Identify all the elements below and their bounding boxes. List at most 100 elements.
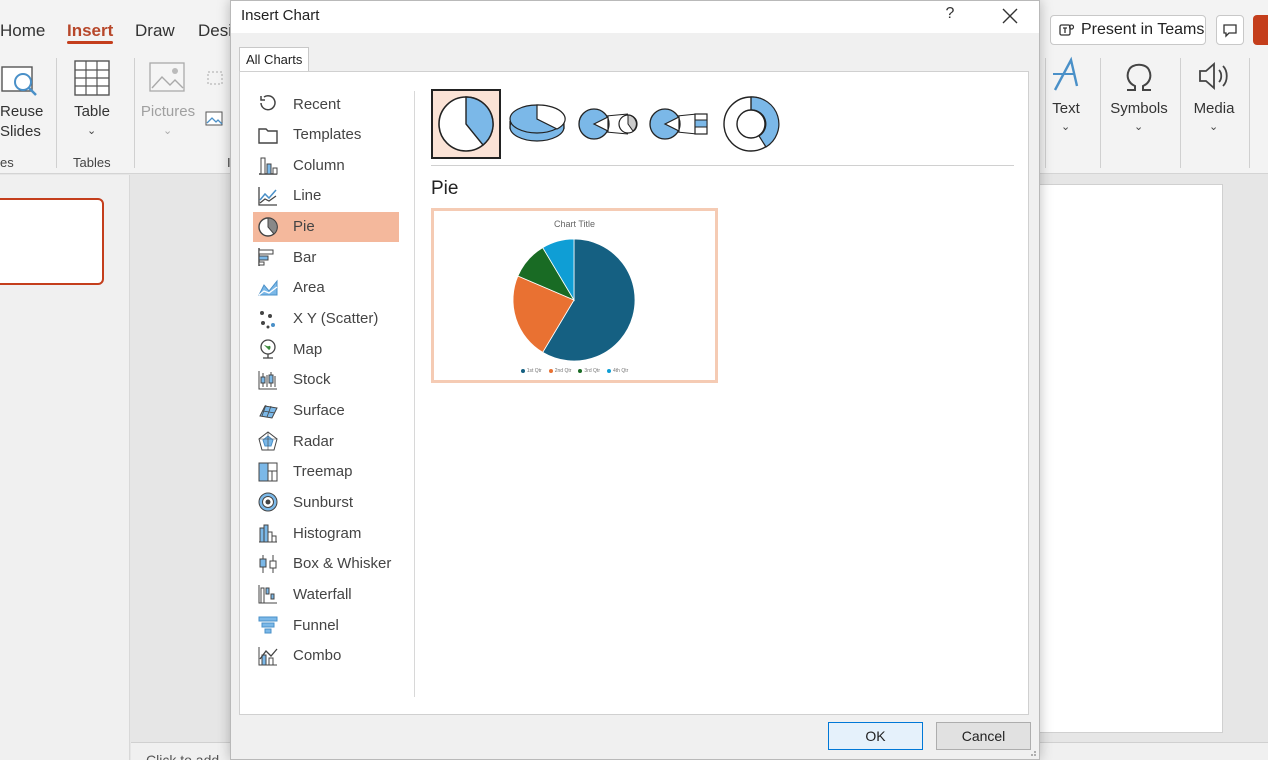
- help-button[interactable]: ?: [943, 5, 957, 23]
- legend-swatch: [606, 369, 611, 373]
- chart-category-recent[interactable]: Recent: [253, 89, 399, 119]
- speaker-icon[interactable]: [1196, 58, 1232, 94]
- ribbon-separator: [1045, 58, 1046, 168]
- photo-album-icon[interactable]: [204, 110, 226, 128]
- table-icon[interactable]: [73, 59, 111, 97]
- legend-label: 1st Qtr: [526, 368, 542, 374]
- text-chevron-down-icon[interactable]: ⌄: [1061, 120, 1070, 133]
- tab-draw[interactable]: Draw: [135, 21, 175, 41]
- chart-category-radar[interactable]: Radar: [253, 426, 399, 456]
- reuse-slides-icon[interactable]: [1, 62, 39, 100]
- chart-category-label: Templates: [293, 126, 362, 144]
- chart-category-scatter[interactable]: X Y (Scatter): [253, 304, 399, 334]
- share-button[interactable]: [1253, 15, 1268, 45]
- screenshot-icon[interactable]: [206, 70, 226, 88]
- pie-3d-subtype-option[interactable]: [502, 89, 572, 159]
- legend-swatch: [520, 369, 525, 373]
- ribbon-separator: [1180, 58, 1181, 168]
- tab-design[interactable]: Desi: [198, 21, 232, 41]
- comment-icon: [1223, 24, 1237, 38]
- ribbon-separator: [1249, 58, 1250, 168]
- treemap-chart-icon: [257, 461, 279, 483]
- chart-category-label: Funnel: [293, 616, 339, 634]
- dialog-title: Insert Chart: [241, 7, 320, 24]
- cancel-button[interactable]: Cancel: [936, 722, 1031, 750]
- pie-chart: [512, 238, 636, 362]
- legend-swatch: [548, 369, 553, 373]
- chart-category-label: Surface: [293, 402, 345, 419]
- column-chart-icon: [257, 154, 279, 176]
- chart-category-label: Column: [293, 156, 345, 174]
- tab-home[interactable]: Home: [0, 21, 45, 41]
- chart-category-label: X Y (Scatter): [293, 310, 379, 328]
- chart-category-combo[interactable]: Combo: [253, 641, 399, 671]
- table-chevron-down-icon[interactable]: ⌄: [87, 124, 96, 137]
- media-chevron-down-icon[interactable]: ⌄: [1209, 120, 1218, 133]
- symbols-chevron-down-icon[interactable]: ⌄: [1134, 120, 1143, 133]
- radar-chart-icon: [257, 430, 279, 452]
- legend-label: 2nd Qtr: [554, 368, 572, 374]
- bar-chart-icon: [257, 246, 279, 268]
- reuse-slides-label-line2[interactable]: Slides: [0, 123, 41, 140]
- chart-category-stock[interactable]: Stock: [253, 365, 399, 395]
- comments-button[interactable]: [1216, 15, 1244, 45]
- ok-button[interactable]: OK: [828, 722, 923, 750]
- pie-subtype-icon: [438, 96, 494, 152]
- chart-category-label: Bar: [293, 248, 317, 266]
- legend-swatch: [578, 369, 583, 373]
- chart-category-sunburst[interactable]: Sunburst: [253, 487, 399, 517]
- surface-chart-icon: [257, 400, 279, 422]
- text-label[interactable]: Text: [1048, 100, 1084, 117]
- doughnut-subtype-option[interactable]: [716, 89, 786, 159]
- omega-symbol-icon[interactable]: [1121, 58, 1157, 94]
- pie-of-pie-subtype-option[interactable]: [573, 89, 643, 159]
- notes-placeholder[interactable]: Click to add: [146, 752, 219, 760]
- area-chart-icon: [257, 277, 279, 299]
- templates-icon: [257, 124, 279, 146]
- chart-category-label: Radar: [293, 432, 334, 450]
- reuse-slides-label-line1[interactable]: Reuse: [0, 103, 43, 120]
- sunburst-chart-icon: [257, 491, 279, 513]
- legend-label: 3rd Qtr: [584, 368, 600, 374]
- chart-category-bar[interactable]: Bar: [253, 242, 399, 272]
- box-whisker-chart-icon: [257, 553, 279, 575]
- chart-category-waterfall[interactable]: Waterfall: [253, 579, 399, 609]
- chart-category-label: Box & Whisker: [293, 555, 392, 573]
- map-chart-icon: [257, 338, 279, 360]
- combo-chart-icon: [257, 645, 279, 667]
- chart-category-label: Recent: [293, 95, 341, 113]
- tab-all-charts[interactable]: All Charts: [239, 47, 310, 71]
- insert-chart-dialog: Insert Chart ? All Charts Recent Template…: [230, 0, 1040, 760]
- chart-category-area[interactable]: Area: [253, 273, 399, 303]
- chart-category-box-whisker[interactable]: Box & Whisker: [253, 549, 399, 579]
- resize-grip-icon[interactable]: [1027, 747, 1037, 757]
- dialog-titlebar[interactable]: Insert Chart ?: [231, 1, 1039, 33]
- chart-category-surface[interactable]: Surface: [253, 396, 399, 426]
- slide-thumbnail[interactable]: [0, 198, 104, 285]
- legend-label: 4th Qtr: [612, 368, 629, 374]
- symbols-label[interactable]: Symbols: [1108, 100, 1170, 117]
- media-label[interactable]: Media: [1190, 100, 1238, 117]
- pictures-label[interactable]: Pictures: [140, 103, 196, 120]
- pictures-chevron-down-icon[interactable]: ⌄: [163, 124, 172, 137]
- chart-category-treemap[interactable]: Treemap: [253, 457, 399, 487]
- ribbon-separator: [1100, 58, 1101, 168]
- pictures-icon[interactable]: [149, 62, 187, 94]
- chart-category-column[interactable]: Column: [253, 150, 399, 180]
- chart-category-histogram[interactable]: Histogram: [253, 518, 399, 548]
- chart-category-label: Histogram: [293, 524, 362, 542]
- table-label[interactable]: Table: [66, 103, 118, 120]
- bar-of-pie-subtype-option[interactable]: [644, 89, 714, 159]
- chart-category-funnel[interactable]: Funnel: [253, 610, 399, 640]
- waterfall-chart-icon: [257, 583, 279, 605]
- tab-insert[interactable]: Insert: [67, 21, 113, 41]
- chart-category-pie[interactable]: Pie: [253, 211, 399, 242]
- close-icon[interactable]: [999, 5, 1021, 27]
- pie-subtype-option[interactable]: [431, 89, 501, 159]
- chart-category-map[interactable]: Map: [253, 334, 399, 364]
- slide-canvas[interactable]: [1038, 184, 1223, 733]
- chart-category-line[interactable]: Line: [253, 181, 399, 211]
- chart-category-templates[interactable]: Templates: [253, 120, 399, 150]
- text-icon[interactable]: [1049, 56, 1083, 94]
- present-in-teams-button[interactable]: Present in Teams: [1050, 15, 1206, 45]
